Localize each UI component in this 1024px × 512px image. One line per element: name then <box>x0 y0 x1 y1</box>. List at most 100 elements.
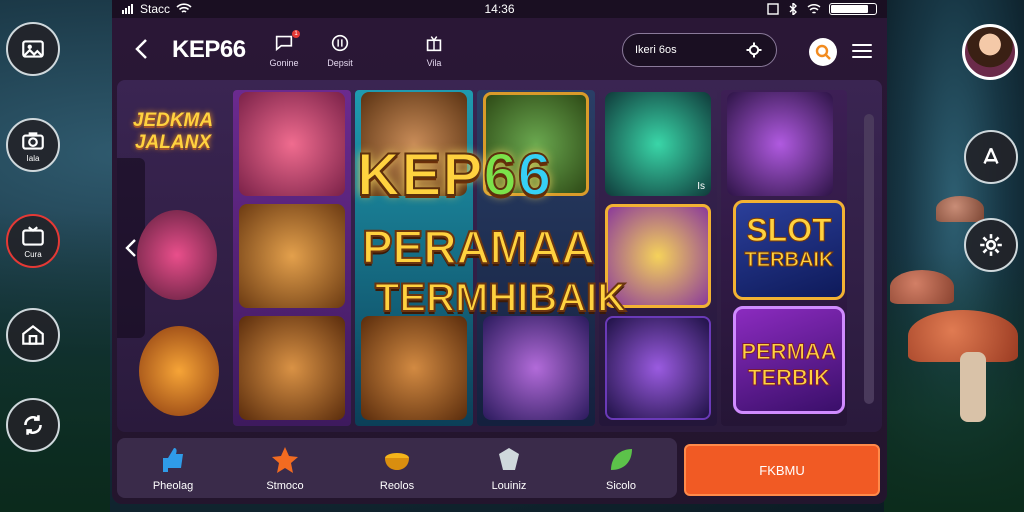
bowl-icon <box>385 453 409 470</box>
nav-item-louiniz[interactable]: Louiniz <box>453 438 565 498</box>
camera-button[interactable]: Iala <box>6 118 60 172</box>
nav-item-reolos[interactable]: Reolos <box>341 438 453 498</box>
hero-logo: KEP66 <box>356 140 553 209</box>
leaf-label: Is <box>697 181 705 192</box>
premium-badge-line2: TERBIK <box>748 365 831 391</box>
left-panel: JEDKMA JALANX <box>117 80 227 432</box>
store-icon <box>22 324 44 345</box>
reel-1 <box>233 90 351 426</box>
gear-icon[interactable] <box>744 40 764 60</box>
nav-item-pheolag[interactable]: Pheolag <box>117 438 229 498</box>
notification-badge: 1 <box>292 30 300 38</box>
hero-logo-6b: 6 <box>517 140 553 209</box>
star-icon <box>272 447 298 473</box>
avatar[interactable] <box>962 24 1018 80</box>
signal-icon <box>122 4 133 14</box>
profile-button[interactable] <box>809 38 837 66</box>
carrier-group: Stacc <box>122 2 192 16</box>
status-bar: Stacc 14:36 <box>112 0 887 18</box>
slot-symbol-horn <box>483 316 589 420</box>
cta-button[interactable]: FKBMU <box>684 444 880 496</box>
menu-line <box>852 50 872 52</box>
nav-label-pheolag: Pheolag <box>152 480 194 492</box>
mushroom-stem <box>960 352 986 422</box>
wifi-icon <box>176 3 192 13</box>
tv-icon <box>22 225 44 246</box>
slot-symbol-palm <box>727 92 833 196</box>
camera-label: Iala <box>26 153 40 163</box>
slot-symbol-wolf-brown <box>239 316 345 420</box>
hero-logo-kep: KEP <box>356 140 484 209</box>
tab-vila[interactable]: Vila <box>404 32 464 68</box>
tab-depsit-label: Depsit <box>327 58 353 68</box>
lock-rotation-icon <box>767 3 779 15</box>
share-button[interactable] <box>964 130 1018 184</box>
leaf-icon <box>611 449 632 470</box>
slot-symbol-donut <box>137 210 217 300</box>
coin-icon <box>331 34 349 52</box>
tab-vila-label: Vila <box>426 58 442 68</box>
image-icon <box>22 40 44 58</box>
user-icon <box>815 44 831 60</box>
tab-gonine-label: Gonine <box>269 58 299 68</box>
hero-subtitle-2: TERMHIBAIK <box>374 275 627 321</box>
search-input[interactable]: Ikeri 6os <box>635 44 677 56</box>
slot-symbol-wolf-pink <box>239 92 345 196</box>
slot-symbol-island <box>605 316 711 420</box>
chevron-left-icon <box>135 39 147 59</box>
battery-level <box>831 5 869 13</box>
camera-icon <box>22 131 44 150</box>
mushroom-medium <box>890 270 954 304</box>
slot-badge-line1: SLOT <box>746 212 832 248</box>
sync-icon <box>24 415 42 435</box>
app-window: KEP66 1 Gonine Depsit Vila Ikeri 6os JED… <box>112 18 887 504</box>
nav-label-louiniz: Louiniz <box>491 480 527 492</box>
status-icons <box>767 3 877 15</box>
tv-button[interactable]: Cura <box>6 214 60 268</box>
shield-icon <box>499 448 519 470</box>
wifi-icon-right <box>807 3 821 14</box>
back-button[interactable] <box>130 36 154 62</box>
slot-symbol-fruit <box>139 326 219 416</box>
nav-label-reolos: Reolos <box>379 480 415 492</box>
screen: Iala Cura Stacc 14:36 KEP66 1 Gonine Dep… <box>0 0 1024 512</box>
app-logo[interactable]: KEP66 <box>172 36 246 64</box>
thumbs-up-icon <box>163 448 183 472</box>
reel-4: Is <box>599 90 717 426</box>
hero-subtitle-1: PERAMAA <box>361 220 596 274</box>
nav-item-sicolo[interactable]: Sicolo <box>565 438 677 498</box>
gallery-button[interactable] <box>6 22 60 76</box>
hero-logo-6a: 6 <box>482 140 518 209</box>
menu-line <box>852 56 872 58</box>
slot-symbol-wolf-green-hat <box>239 204 345 308</box>
search-bar[interactable]: Ikeri 6os <box>622 33 777 67</box>
store-button[interactable] <box>6 308 60 362</box>
premium-badge[interactable]: PERMAA TERBIK <box>733 306 845 414</box>
bluetooth-icon <box>789 3 797 15</box>
menu-line <box>852 44 872 46</box>
carrier-name: Stacc <box>140 2 171 16</box>
tab-gonine[interactable]: 1 Gonine <box>254 30 314 68</box>
tv-label: Cura <box>24 249 42 259</box>
slot-symbol-leaf: Is <box>605 92 711 196</box>
gift-icon <box>426 36 442 52</box>
battery-icon <box>829 3 877 15</box>
tab-depsit[interactable]: Depsit <box>310 32 370 68</box>
clock: 14:36 <box>484 2 515 16</box>
nav-label-sicolo: Sicolo <box>606 480 636 492</box>
share-icon <box>983 147 999 164</box>
menu-button[interactable] <box>852 40 872 58</box>
top-bar: KEP66 1 Gonine Depsit Vila Ikeri 6os <box>112 18 887 80</box>
bottom-nav: Pheolag Stmoco Reolos Louiniz Sicolo <box>117 438 677 498</box>
nav-item-stmoco[interactable]: Stmoco <box>229 438 341 498</box>
slot-symbol-fox <box>361 316 467 420</box>
settings-icon <box>980 234 1002 256</box>
nav-label-stmoco: Stmoco <box>266 480 304 492</box>
sync-button[interactable] <box>6 398 60 452</box>
slot-terbaik-badge[interactable]: SLOT TERBAIK <box>733 200 845 300</box>
mushroom-small <box>936 196 984 222</box>
premium-badge-line1: PERMAA <box>741 339 837 365</box>
scrollbar[interactable] <box>864 114 874 404</box>
slot-board: JEDKMA JALANX Is SLOT TERBAIK PERMAA TER… <box>117 80 882 432</box>
settings-button[interactable] <box>964 218 1018 272</box>
